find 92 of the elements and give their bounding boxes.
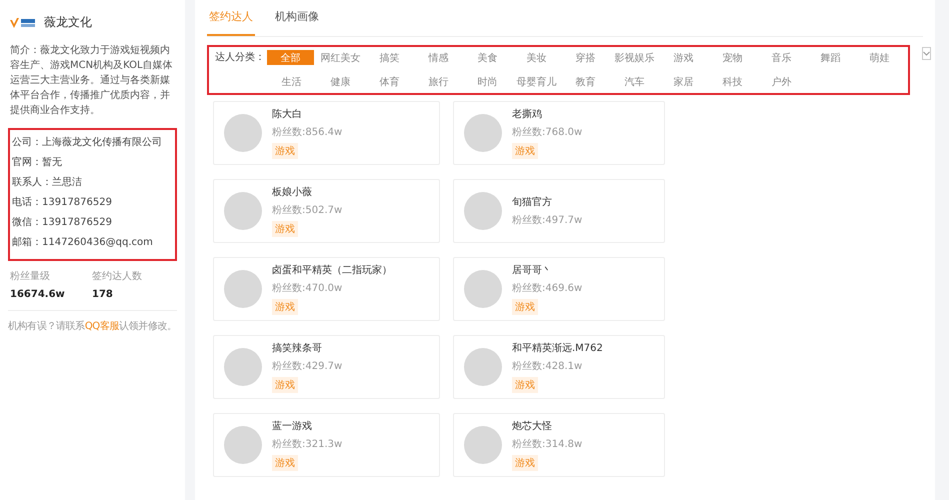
stat-value: 178	[92, 289, 114, 300]
stat-value: 16674.6w	[10, 289, 66, 300]
category-option[interactable]: 教育	[561, 74, 610, 89]
category-option[interactable]: 萌娃	[855, 50, 904, 65]
category-option[interactable]: 全部	[267, 50, 314, 65]
influencer-name: 蓝一游戏	[272, 420, 313, 433]
influencer-name: 陈大白	[272, 108, 303, 121]
fan-count: 粉丝数:502.7w	[272, 204, 342, 217]
fan-count: 粉丝数:429.7w	[272, 360, 342, 373]
fan-count: 粉丝数:470.0w	[272, 282, 344, 295]
filter-label: 达人分类：	[215, 50, 266, 65]
contact-line: 官网：暂无	[12, 156, 63, 170]
influencer-card[interactable]: 居哥哥丶 粉丝数:469.6w 游戏	[453, 257, 665, 321]
avatar-placeholder	[464, 270, 502, 308]
category-option[interactable]: 科技	[708, 74, 757, 89]
category-option[interactable]: 汽车	[610, 74, 659, 89]
fan-count: 粉丝数:469.6w	[512, 282, 582, 295]
influencer-card[interactable]: 卤蛋和平精英（二指玩家） 粉丝数:470.0w 游戏	[213, 257, 440, 321]
category-tag: 游戏	[272, 455, 298, 471]
chevron-down-icon	[923, 51, 930, 56]
fan-count: 粉丝数:314.8w	[512, 438, 582, 451]
category-tag: 游戏	[512, 299, 538, 315]
category-option[interactable]: 舞蹈	[806, 50, 855, 65]
influencer-card[interactable]: 旬猫官方 粉丝数:497.7w	[453, 179, 665, 243]
category-option[interactable]: 生活	[267, 74, 316, 89]
category-option[interactable]: 健康	[316, 74, 365, 89]
influencer-name: 和平精英渐远.M762	[512, 342, 603, 355]
org-intro: 简介：薇龙文化致力于游戏短视频内容生产、游戏MCN机构及KOL自媒体运营三大主营业务。通过与各类新媒体平台合作，传播推广优质内容，并提供商业合作支持。	[10, 44, 174, 118]
fan-count: 粉丝数:768.0w	[512, 126, 582, 139]
influencer-name: 炮芯大怪	[512, 420, 553, 433]
category-option[interactable]: 旅行	[414, 74, 463, 89]
category-tag: 游戏	[272, 377, 298, 393]
category-option[interactable]: 户外	[757, 74, 806, 89]
avatar-placeholder	[464, 192, 502, 230]
avatar-placeholder	[224, 114, 262, 152]
fan-count: 粉丝数:497.7w	[512, 214, 582, 227]
logo-icon	[10, 16, 36, 28]
category-tag: 游戏	[272, 299, 298, 315]
influencer-name: 居哥哥丶	[512, 264, 553, 277]
correction-note: 机构有误？请联系QQ客服认领并修改。	[8, 320, 177, 333]
contact-line: 公司：上海薇龙文化传播有限公司	[12, 136, 163, 150]
influencer-card[interactable]: 老撕鸡 粉丝数:768.0w 游戏	[453, 101, 665, 165]
contact-line: 邮箱：1147260436@qq.com	[12, 236, 154, 250]
category-option[interactable]: 音乐	[757, 50, 806, 65]
contact-line: 联系人：兰思洁	[12, 176, 83, 190]
category-option[interactable]: 体育	[365, 74, 414, 89]
category-option[interactable]: 情感	[414, 50, 463, 65]
category-option[interactable]: 时尚	[463, 74, 512, 89]
category-option[interactable]: 美食	[463, 50, 512, 65]
category-tag: 游戏	[512, 377, 538, 393]
category-tag: 游戏	[272, 221, 298, 237]
tab[interactable]: 机构画像	[273, 6, 321, 36]
category-tag: 游戏	[512, 455, 538, 471]
category-tag: 游戏	[512, 143, 538, 159]
stat-label: 粉丝量级	[10, 270, 51, 283]
category-option[interactable]: 母婴育儿	[512, 74, 561, 89]
influencer-card[interactable]: 炮芯大怪 粉丝数:314.8w 游戏	[453, 413, 665, 477]
category-option[interactable]: 家居	[659, 74, 708, 89]
influencer-card[interactable]: 蓝一游戏 粉丝数:321.3w 游戏	[213, 413, 440, 477]
avatar-placeholder	[224, 348, 262, 386]
org-name: 薇龙文化	[44, 14, 92, 31]
influencer-name: 搞笑辣条哥	[272, 342, 323, 355]
avatar-placeholder	[224, 192, 262, 230]
influencer-name: 旬猫官方	[512, 196, 553, 209]
category-option[interactable]: 美妆	[512, 50, 561, 65]
category-option[interactable]: 网红美女	[316, 50, 365, 65]
contact-line: 微信：13917876529	[12, 216, 113, 230]
influencer-card[interactable]: 板娘小薇 粉丝数:502.7w 游戏	[213, 179, 440, 243]
category-tag: 游戏	[272, 143, 298, 159]
avatar-placeholder	[464, 426, 502, 464]
tab[interactable]: 签约达人	[207, 6, 255, 36]
fan-count: 粉丝数:428.1w	[512, 360, 584, 373]
category-option[interactable]: 穿搭	[561, 50, 610, 65]
stat-label: 签约达人数	[92, 270, 143, 283]
influencer-name: 板娘小薇	[272, 186, 313, 199]
influencer-card[interactable]: 和平精英渐远.M762 粉丝数:428.1w 游戏	[453, 335, 665, 399]
fan-count: 粉丝数:856.4w	[272, 126, 342, 139]
expand-button[interactable]	[922, 47, 931, 60]
avatar-placeholder	[224, 426, 262, 464]
avatar-placeholder	[464, 348, 502, 386]
category-option[interactable]: 宠物	[708, 50, 757, 65]
category-option[interactable]: 影视娱乐	[610, 50, 659, 65]
influencer-name: 老撕鸡	[512, 108, 543, 121]
avatar-placeholder	[224, 270, 262, 308]
category-option[interactable]: 游戏	[659, 50, 708, 65]
influencer-card[interactable]: 陈大白 粉丝数:856.4w 游戏	[213, 101, 440, 165]
influencer-card[interactable]: 搞笑辣条哥 粉丝数:429.7w 游戏	[213, 335, 440, 399]
influencer-name: 卤蛋和平精英（二指玩家）	[272, 264, 392, 277]
contact-line: 电话：13917876529	[12, 196, 113, 210]
category-option[interactable]: 搞笑	[365, 50, 414, 65]
avatar-placeholder	[464, 114, 502, 152]
fan-count: 粉丝数:321.3w	[272, 438, 342, 451]
